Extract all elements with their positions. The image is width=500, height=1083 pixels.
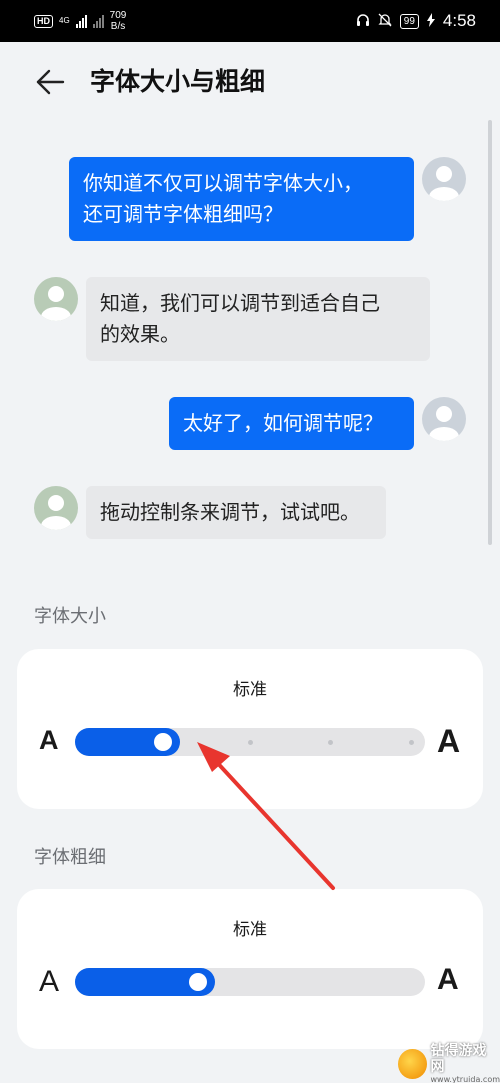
network-type: 4G bbox=[59, 16, 70, 25]
bell-off-icon bbox=[378, 13, 392, 29]
font-weight-bold-glyph: A bbox=[437, 963, 459, 996]
bubble-text: 太好了，如何调节呢？ bbox=[183, 411, 383, 435]
signal-icon bbox=[75, 14, 87, 28]
bubble-text-line: 还可调节字体粗细吗？ bbox=[83, 202, 283, 226]
bubble-text-line: 的效果。 bbox=[100, 322, 180, 346]
status-right: 99 4:58 bbox=[356, 11, 476, 31]
arrow-left-icon bbox=[36, 69, 65, 95]
bubble-text-line: 你知道不仅可以调节字体大小， bbox=[83, 171, 363, 195]
font-weight-slider[interactable] bbox=[75, 968, 425, 996]
network-speed: 709 B/s bbox=[110, 10, 127, 32]
status-left: HD 4G 709 B/s bbox=[34, 10, 126, 32]
status-bar: HD 4G 709 B/s 99 4:58 bbox=[0, 0, 500, 42]
app-header: 字体大小与粗细 bbox=[0, 58, 500, 106]
hd-badge: HD bbox=[34, 14, 53, 28]
slider-tick bbox=[328, 740, 333, 745]
scrollbar[interactable] bbox=[488, 120, 492, 545]
font-size-value: 标准 bbox=[233, 680, 267, 700]
slider-tick bbox=[247, 740, 253, 745]
bubble-text-line: 知道，我们可以调节到适合自己 bbox=[100, 291, 380, 315]
watermark-url: www.ytruida.com bbox=[430, 1075, 500, 1083]
clock: 4:58 bbox=[442, 11, 476, 30]
font-weight-section-label: 字体粗细 bbox=[34, 847, 106, 868]
user-avatar-icon bbox=[422, 157, 466, 201]
font-weight-light-glyph: A bbox=[39, 965, 60, 998]
chat-bubble-outgoing: 太好了，如何调节呢？ bbox=[169, 397, 414, 450]
font-size-slider[interactable] bbox=[75, 728, 425, 756]
signal-icon-2 bbox=[92, 14, 104, 28]
chat-bubble-incoming: 知道，我们可以调节到适合自己 的效果。 bbox=[86, 277, 430, 361]
font-size-large-glyph: A bbox=[437, 723, 461, 759]
page-title: 字体大小与粗细 bbox=[90, 67, 266, 96]
user-avatar-icon bbox=[422, 397, 466, 441]
watermark: 钻得游戏网 www.ytruida.com bbox=[398, 1043, 500, 1083]
speed-unit: B/s bbox=[110, 21, 126, 32]
chat-bubble-outgoing: 你知道不仅可以调节字体大小， 还可调节字体粗细吗？ bbox=[69, 157, 414, 241]
font-size-slider-thumb[interactable] bbox=[154, 733, 172, 751]
assistant-avatar-icon bbox=[34, 486, 78, 530]
back-button[interactable] bbox=[34, 66, 66, 98]
font-weight-card: 标准 A A bbox=[17, 889, 483, 1049]
watermark-name: 钻得游戏网 bbox=[430, 1043, 487, 1075]
font-weight-value: 标准 bbox=[233, 920, 267, 940]
font-weight-slider-thumb[interactable] bbox=[189, 973, 207, 991]
assistant-avatar-icon bbox=[34, 277, 78, 321]
font-size-card: 标准 A A bbox=[17, 649, 483, 809]
charging-icon bbox=[426, 13, 435, 29]
bubble-text: 拖动控制条来调节，试试吧。 bbox=[100, 500, 360, 524]
battery-level: 99 bbox=[399, 13, 419, 29]
chat-bubble-incoming: 拖动控制条来调节，试试吧。 bbox=[86, 486, 386, 539]
watermark-logo-icon bbox=[398, 1049, 427, 1079]
headset-icon bbox=[356, 13, 370, 29]
font-size-section-label: 字体大小 bbox=[34, 606, 106, 627]
font-size-small-glyph: A bbox=[39, 725, 59, 755]
slider-tick bbox=[408, 740, 414, 745]
speed-value: 709 bbox=[109, 10, 127, 21]
